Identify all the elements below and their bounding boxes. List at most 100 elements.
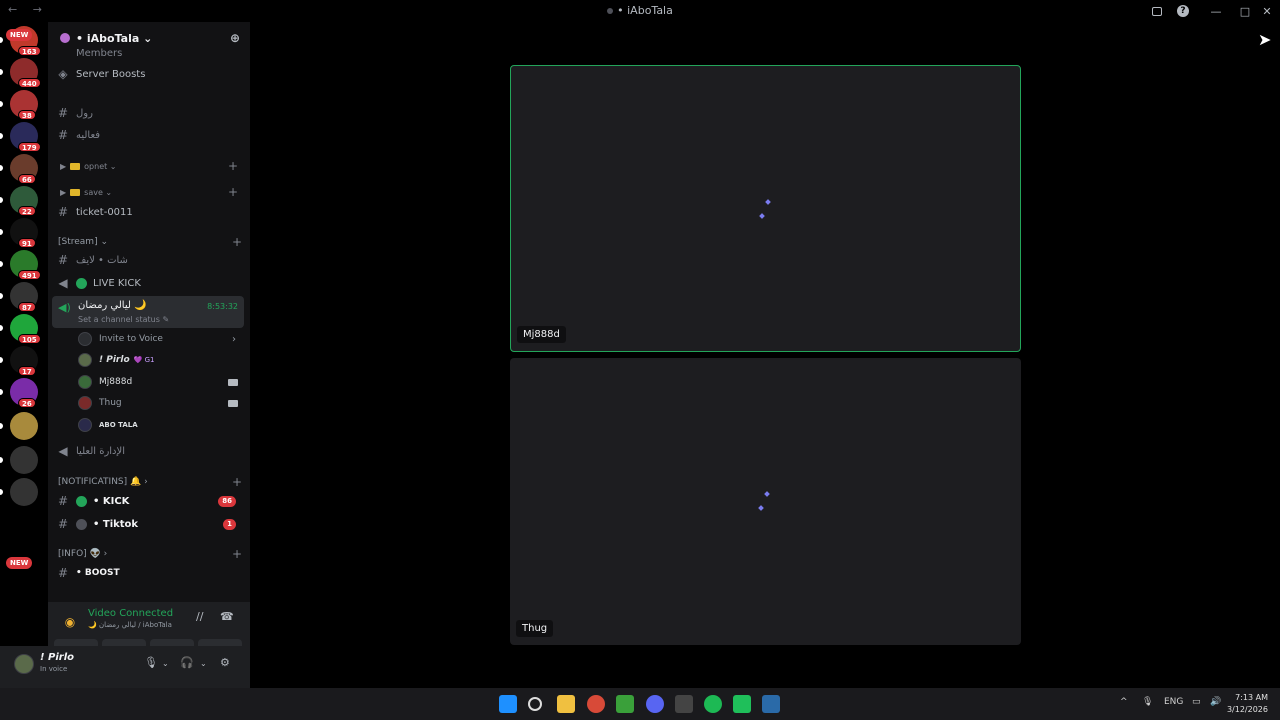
gear-icon[interactable]: ⚙: [220, 656, 230, 669]
channel-rol[interactable]: # رول: [54, 103, 244, 123]
steam-icon[interactable]: [762, 695, 780, 713]
server-mention-badge: 26: [18, 398, 36, 408]
spotify-icon[interactable]: [704, 695, 722, 713]
folder-icon: [70, 188, 81, 196]
channel-sidebar: • iAboTala ⌄ ⊕ Members ◈ Server Boosts # ر…: [48, 22, 250, 688]
headphones-icon[interactable]: 🎧: [180, 656, 194, 669]
server-boosts-item[interactable]: ◈ Server Boosts: [54, 64, 244, 84]
file-explorer-icon[interactable]: [557, 695, 575, 713]
channel-chat-live[interactable]: # شات • لايف: [54, 250, 244, 270]
loading-spinner-icon: [764, 491, 770, 497]
clock[interactable]: 7:13 AM 3/12/2026: [1227, 692, 1268, 716]
channel-tiktok[interactable]: # • Tiktok 1: [54, 514, 244, 534]
active-voice-channel[interactable]: ◀) ليالي رمضان 🌙 8:53:32 Set a channel s…: [52, 296, 244, 328]
boost-icon: ◈: [58, 67, 68, 81]
user-panel: ! Pirlo In voice 🎙 ⌄ 🎧 ⌄ ⚙: [0, 646, 250, 688]
chevron-down-icon[interactable]: ⌄: [200, 659, 207, 668]
channel-live-kick[interactable]: ◀ LIVE KICK: [54, 273, 244, 293]
voice-user[interactable]: ABO TALA: [78, 415, 244, 435]
hash-icon: #: [57, 253, 69, 267]
language-indicator[interactable]: ENG: [1164, 697, 1183, 707]
channel-status[interactable]: Set a channel status ✎: [78, 315, 169, 324]
microphone-icon[interactable]: 🎙: [144, 656, 158, 669]
unread-pip: [0, 357, 3, 363]
close-button[interactable]: ✕: [1254, 0, 1280, 22]
server-icon[interactable]: [10, 478, 38, 506]
chevron-right-icon: ›: [232, 333, 236, 345]
loading-spinner-icon: [758, 505, 764, 511]
new-badge: NEW: [6, 557, 33, 569]
username[interactable]: ! Pirlo: [40, 652, 74, 663]
members-item[interactable]: Members: [54, 48, 244, 58]
voice-user[interactable]: Thug: [78, 393, 244, 413]
unity-icon[interactable]: [675, 695, 693, 713]
category-opnet[interactable]: ▶ opnet ⌄ +: [54, 156, 244, 176]
unread-pip: [0, 197, 3, 203]
title-bar: ← → • iAboTala ? — □ ✕: [0, 0, 1280, 22]
server-icon[interactable]: [10, 412, 38, 440]
channel-faaliya[interactable]: # فعاليه: [54, 125, 244, 145]
unread-pip: [0, 261, 3, 267]
voice-status-subtitle[interactable]: 🌙 ليالي رمضان / iAboTala: [88, 621, 172, 629]
hash-icon: #: [57, 517, 69, 531]
add-channel-icon[interactable]: +: [228, 159, 238, 173]
tray-chevron-icon[interactable]: ^: [1120, 697, 1128, 707]
category-notifications[interactable]: [NOTIFICATINS] 🔔 › +: [58, 474, 244, 490]
folder-icon: [70, 162, 81, 170]
invite-to-voice[interactable]: Invite to Voice ›: [78, 329, 244, 349]
avatar: [78, 418, 92, 432]
video-tile[interactable]: Thug: [510, 358, 1021, 645]
avatar: [78, 375, 92, 389]
chevron-down-icon[interactable]: ⌄: [162, 659, 169, 668]
unread-badge: 86: [218, 495, 236, 507]
search-icon[interactable]: [528, 697, 542, 711]
network-icon[interactable]: ▭: [1192, 697, 1201, 707]
video-stage: Mj888d Thug: [250, 22, 1280, 688]
help-icon[interactable]: ?: [1170, 0, 1196, 22]
avatar[interactable]: [14, 654, 34, 674]
noise-suppression-icon[interactable]: ∕∕: [196, 610, 203, 623]
video-tile[interactable]: Mj888d: [510, 65, 1021, 352]
category-info[interactable]: [INFO] 👽 › +: [58, 546, 244, 562]
voice-status-title[interactable]: Video Connected: [88, 608, 173, 619]
inbox-icon[interactable]: [1144, 0, 1170, 22]
server-icon[interactable]: [10, 446, 38, 474]
mic-tray-icon[interactable]: 🎙: [1142, 697, 1153, 707]
unread-pip: [0, 457, 3, 463]
clock-date: 3/12/2026: [1226, 705, 1268, 714]
channel-boost[interactable]: # • BOOST: [54, 563, 244, 583]
avatar: [78, 396, 92, 410]
server-mention-badge: 491: [18, 270, 41, 280]
channel-kick[interactable]: # • KICK 86: [54, 491, 244, 511]
add-member-icon[interactable]: ⊕: [230, 31, 240, 45]
app-icon[interactable]: [733, 695, 751, 713]
discord-icon[interactable]: [646, 695, 664, 713]
add-channel-icon[interactable]: +: [228, 185, 238, 199]
voice-user[interactable]: Mj888d: [78, 372, 244, 392]
disconnect-icon[interactable]: ☎: [220, 610, 234, 623]
channel-admin-voice[interactable]: ◀ الإدارة العليا: [54, 441, 244, 461]
channel-ticket[interactable]: # ticket-0011: [54, 202, 244, 222]
xbox-icon[interactable]: [616, 695, 634, 713]
maximize-button[interactable]: □: [1236, 0, 1254, 22]
unread-pip: [0, 489, 3, 495]
mouse-cursor-icon: ➤: [1258, 30, 1272, 49]
chrome-icon[interactable]: [587, 695, 605, 713]
minimize-button[interactable]: —: [1196, 0, 1236, 22]
add-channel-icon[interactable]: +: [232, 475, 242, 489]
start-icon[interactable]: [499, 695, 517, 713]
hash-icon: #: [57, 205, 69, 219]
add-channel-icon[interactable]: +: [232, 235, 242, 249]
volume-icon[interactable]: 🔊: [1210, 697, 1221, 707]
unread-pip: [0, 293, 3, 299]
voice-user[interactable]: ! Pirlo 💜 G1: [78, 350, 244, 370]
voice-user-name: Thug: [99, 398, 122, 408]
add-channel-icon[interactable]: +: [232, 547, 242, 561]
video-tile-name: Mj888d: [517, 326, 566, 343]
category-stream[interactable]: [Stream] ⌄ +: [58, 234, 244, 250]
voice-user-name: ! Pirlo: [99, 355, 130, 365]
window-title-text: • iAboTala: [617, 4, 673, 17]
category-save[interactable]: ▶ save ⌄ +: [54, 182, 244, 202]
status-dot: [76, 518, 87, 530]
user-status: In voice: [40, 665, 68, 673]
